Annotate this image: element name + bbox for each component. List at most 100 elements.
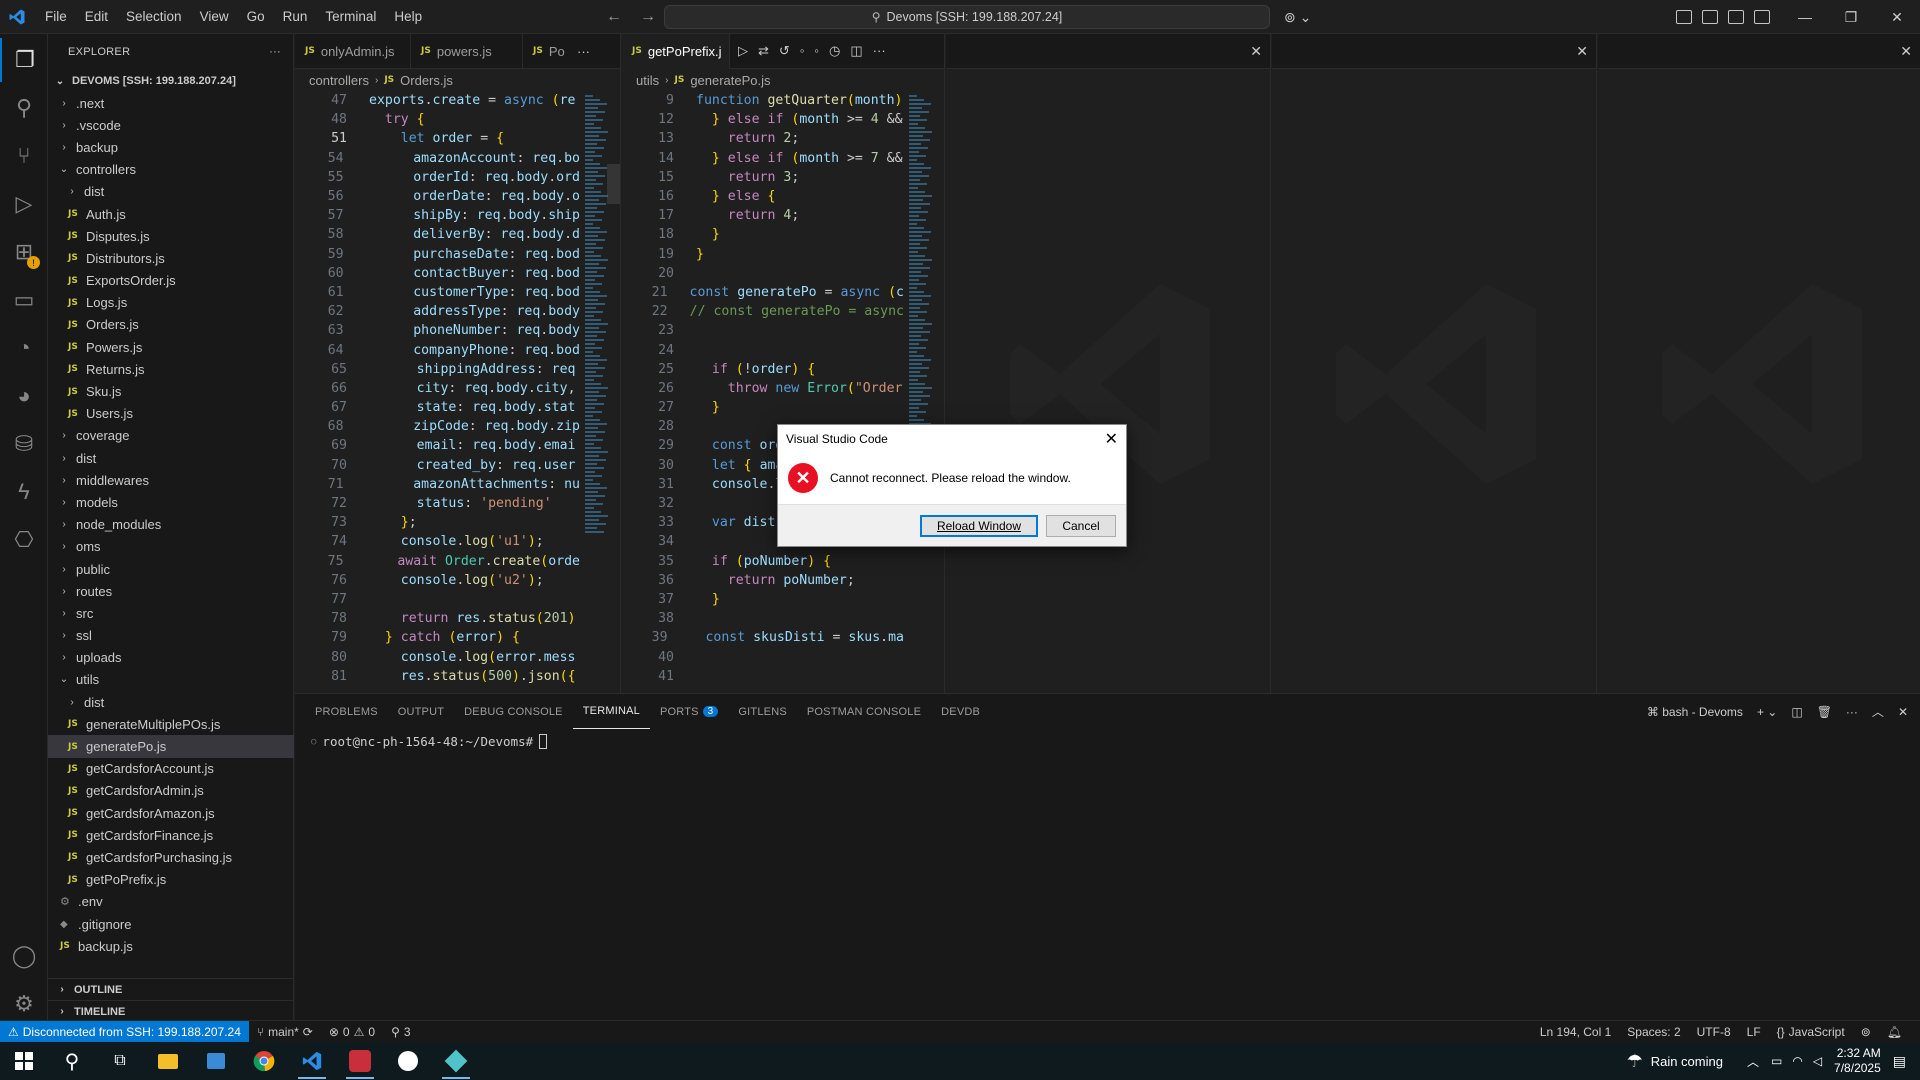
menu-file[interactable]: File — [36, 0, 76, 34]
battery-icon[interactable]: ▭ — [1771, 1054, 1782, 1068]
postman-icon[interactable]: ◕ — [0, 374, 48, 418]
vscode-taskbar-icon[interactable] — [288, 1042, 336, 1080]
tab-problems[interactable]: PROBLEMS — [305, 694, 388, 729]
split-terminal-icon[interactable]: ◫ — [1791, 705, 1802, 719]
menu-go[interactable]: Go — [238, 0, 274, 34]
tree-folder[interactable]: › routes — [48, 580, 294, 602]
database-icon[interactable]: ⛁ — [0, 422, 48, 466]
copilot-icon[interactable]: ⊚ ⌄ — [1284, 0, 1311, 34]
chrome-icon[interactable] — [240, 1042, 288, 1080]
tab-devdb[interactable]: DEVDB — [931, 694, 990, 729]
remote-status[interactable]: ⚠ Disconnected from SSH: 199.188.207.24 — [0, 1020, 249, 1043]
toggle-panel-icon[interactable] — [1728, 10, 1744, 24]
search-icon[interactable]: ⚲ — [0, 86, 48, 130]
cancel-button[interactable]: Cancel — [1046, 514, 1116, 537]
tab-gitlens[interactable]: GITLENS — [728, 694, 796, 729]
tree-folder[interactable]: › dist — [48, 691, 294, 713]
code-editor[interactable]: 9 function getQuarter(month) 12 } else if … — [622, 91, 904, 693]
more-actions-icon[interactable]: ··· — [1846, 705, 1858, 719]
close-window-icon[interactable]: ✕ — [1874, 0, 1920, 34]
tree-folder[interactable]: › dist — [48, 181, 294, 203]
task-view-icon[interactable]: ⧉ — [96, 1042, 144, 1080]
tree-folder[interactable]: ⌄ controllers — [48, 159, 294, 181]
previous-change-icon[interactable]: ◦ — [800, 43, 805, 59]
end-of-line[interactable]: LF — [1739, 1025, 1769, 1039]
back-arrow-icon[interactable]: ← — [606, 8, 622, 26]
close-group-icon[interactable]: ✕ — [1576, 43, 1588, 60]
scrollbar-thumb[interactable] — [607, 164, 620, 204]
tab-onlyadmin[interactable]: JS onlyAdmin.js — [295, 34, 411, 69]
tree-file[interactable]: JS Users.js — [48, 403, 294, 425]
tree-folder[interactable]: › uploads — [48, 647, 294, 669]
tab-po[interactable]: JS Po — [523, 34, 577, 69]
maximize-panel-icon[interactable]: ︿ — [1872, 703, 1884, 720]
tab-getpoprefix[interactable]: JS getPoPrefix.j — [622, 34, 730, 69]
tree-file[interactable]: JS Orders.js — [48, 314, 294, 336]
zoho-icon[interactable] — [336, 1042, 384, 1080]
menu-selection[interactable]: Selection — [117, 0, 191, 34]
tree-folder[interactable]: › public — [48, 558, 294, 580]
tree-file[interactable]: JS generateMultiplePOs.js — [48, 713, 294, 735]
problems-status[interactable]: ⊗ 0 ⚠ 0 — [321, 1025, 383, 1039]
wifi-icon[interactable]: ◠ — [1792, 1054, 1802, 1068]
app-leaf-icon[interactable] — [384, 1042, 432, 1080]
volume-icon[interactable]: ◁ — [1813, 1054, 1822, 1068]
terminal-selector[interactable]: ⌘ bash - Devoms — [1647, 705, 1743, 719]
cursor-position[interactable]: Ln 194, Col 1 — [1532, 1025, 1619, 1039]
tree-folder[interactable]: › coverage — [48, 425, 294, 447]
tree-file[interactable]: JS ExportsOrder.js — [48, 270, 294, 292]
menu-terminal[interactable]: Terminal — [316, 0, 385, 34]
forward-arrow-icon[interactable]: → — [640, 8, 656, 26]
tree-file[interactable]: JS backup.js — [48, 935, 294, 957]
branch-status[interactable]: ⑂ main* ⟳ — [249, 1025, 321, 1039]
command-center-search[interactable]: ⚲ Devoms [SSH: 199.188.207.24] — [664, 5, 1270, 29]
breadcrumb-folder[interactable]: utils — [636, 73, 659, 88]
menu-edit[interactable]: Edit — [76, 0, 117, 34]
tab-terminal[interactable]: TERMINAL — [572, 694, 650, 729]
restore-icon[interactable]: ❐ — [1828, 0, 1874, 34]
notification-center-icon[interactable]: ▤ — [1893, 1053, 1906, 1070]
terminal-output[interactable]: ○ root@nc-ph-1564-48:~/Devoms# — [311, 734, 548, 749]
store-icon[interactable] — [192, 1042, 240, 1080]
tab-output[interactable]: OUTPUT — [388, 694, 454, 729]
kill-terminal-icon[interactable]: 🗑 — [1817, 705, 1832, 719]
tab-postman-console[interactable]: POSTMAN CONSOLE — [797, 694, 931, 729]
minimize-icon[interactable]: — — [1782, 0, 1828, 34]
tree-file[interactable]: JS generatePo.js — [48, 735, 294, 758]
tree-folder[interactable]: › node_modules — [48, 514, 294, 536]
tree-file[interactable]: JS getCardsforAdmin.js — [48, 780, 294, 802]
tree-folder[interactable]: › src — [48, 602, 294, 624]
windows-start-icon[interactable] — [0, 1042, 48, 1080]
more-tabs-icon[interactable]: ··· — [577, 44, 590, 59]
customize-layout-icon[interactable] — [1676, 10, 1692, 24]
tree-file[interactable]: JS Auth.js — [48, 203, 294, 225]
tree-file[interactable]: JS getPoPrefix.js — [48, 869, 294, 891]
compare-icon[interactable]: ⇄ — [758, 43, 769, 59]
code-editor[interactable]: 47 exports.create = async (re 48 try {51 l… — [295, 91, 580, 693]
accounts-icon[interactable]: ◯ — [0, 934, 48, 978]
language-mode[interactable]: {} JavaScript — [1769, 1025, 1853, 1039]
notifications-bell-icon[interactable]: 🔔︎ — [1879, 1025, 1910, 1039]
menu-view[interactable]: View — [191, 0, 238, 34]
outline-section[interactable]: › OUTLINE — [48, 978, 294, 1000]
tree-file[interactable]: JS getCardsforPurchasing.js — [48, 846, 294, 868]
tab-powers[interactable]: JS powers.js — [411, 34, 523, 69]
revert-icon[interactable]: ↺ — [779, 43, 790, 59]
tree-folder[interactable]: › dist — [48, 447, 294, 469]
tree-file[interactable]: JS getCardsforAccount.js — [48, 758, 294, 780]
close-panel-icon[interactable]: ✕ — [1898, 705, 1908, 719]
tree-file[interactable]: JS Logs.js — [48, 292, 294, 314]
menu-run[interactable]: Run — [274, 0, 317, 34]
dialog-close-icon[interactable]: ✕ — [1105, 429, 1118, 449]
weather-text[interactable]: Rain coming — [1651, 1054, 1723, 1069]
toggle-primary-sidebar-icon[interactable] — [1702, 10, 1718, 24]
clock[interactable]: 2:32 AM 7/8/2025 — [1834, 1046, 1881, 1076]
tree-folder[interactable]: › .next — [48, 92, 294, 114]
toggle-secondary-sidebar-icon[interactable] — [1754, 10, 1770, 24]
tree-file[interactable]: JS Powers.js — [48, 336, 294, 358]
copilot-status-icon[interactable]: ⊚ — [1853, 1025, 1879, 1039]
tree-folder[interactable]: › .vscode — [48, 114, 294, 136]
taskbar-search-icon[interactable]: ⚲ — [48, 1042, 96, 1080]
timeline-section[interactable]: › TIMELINE — [48, 1000, 294, 1022]
minimap[interactable] — [905, 91, 935, 693]
